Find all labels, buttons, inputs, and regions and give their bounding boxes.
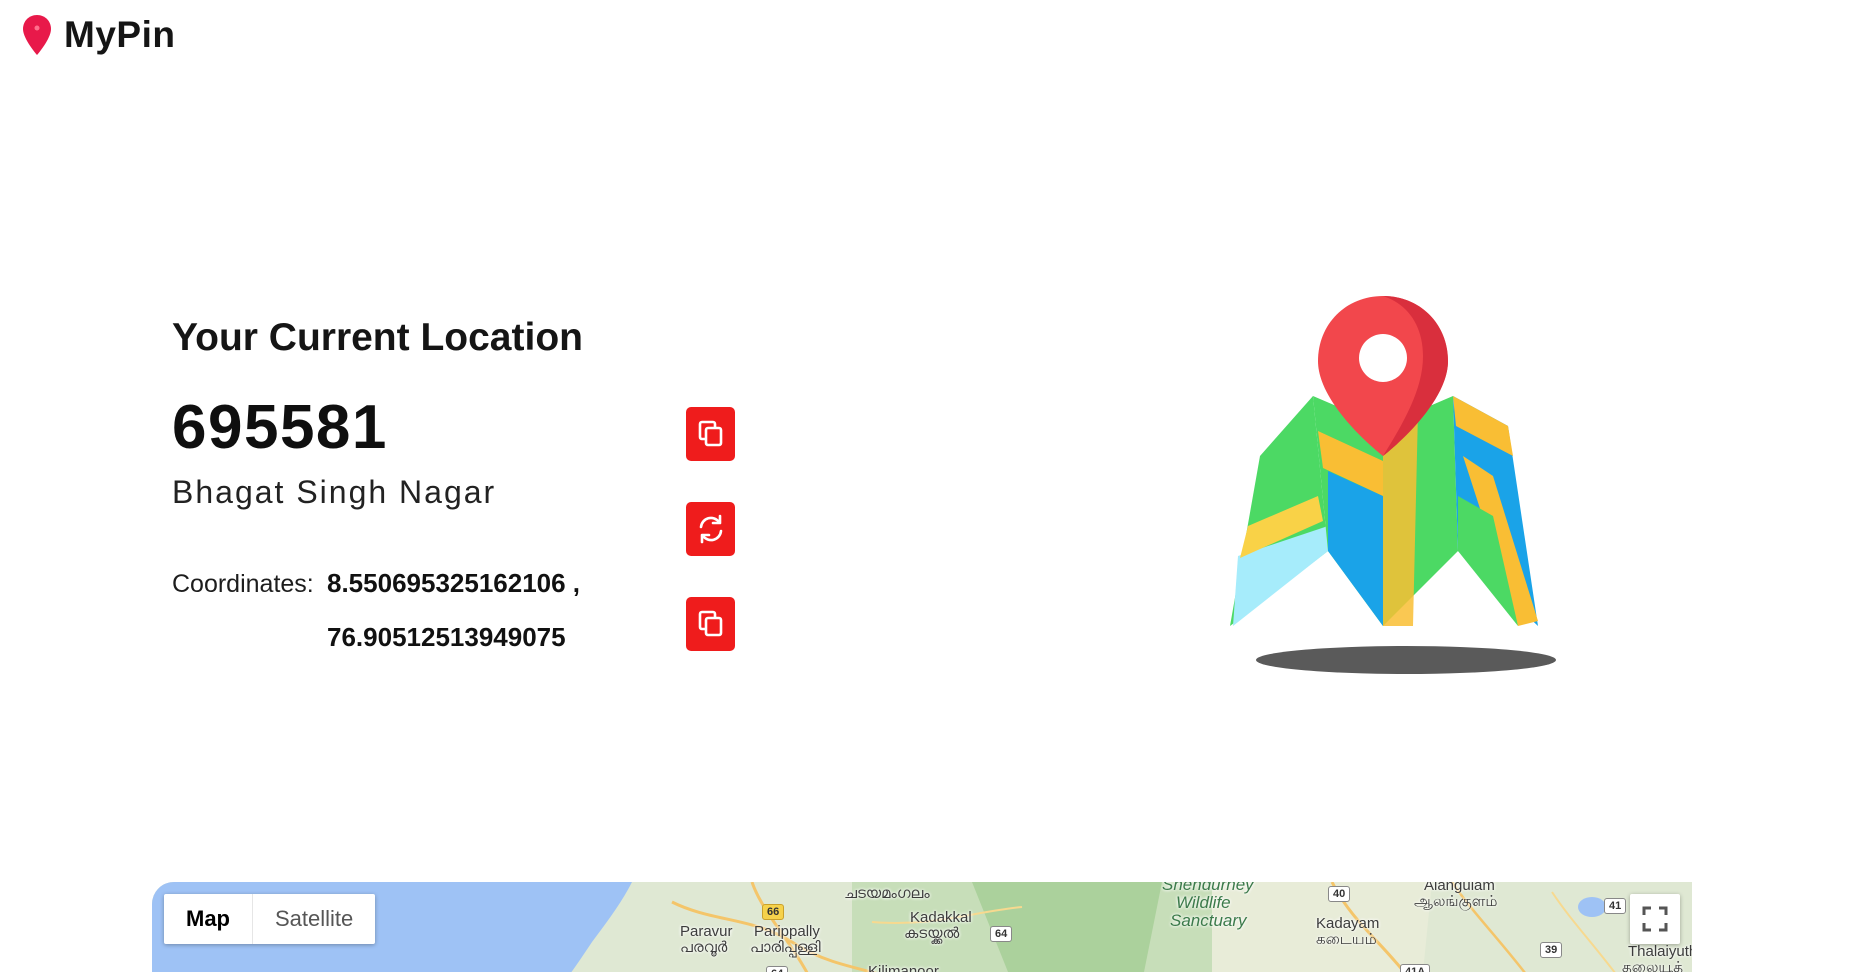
refresh-location-button[interactable] [686,502,735,556]
map-illustration-icon [1230,296,1556,674]
map-label: Sanctuary [1170,911,1247,930]
road-shield: 41A [1400,964,1431,972]
map-label: കടയ്ക്കൽ [904,925,960,942]
road-shield: 40 [1328,886,1351,902]
location-heading-strong: Location [420,316,583,359]
copy-icon [698,420,722,447]
location-heading: Your Current Location [172,316,583,360]
road-shield: 64 [766,966,789,972]
map-label: Wildlife [1176,893,1231,912]
map-label: Paravur [680,923,733,940]
coordinates-label: Coordinates: [172,570,314,598]
map-label: Kadakkal [910,909,972,926]
place-name: Bhagat Singh Nagar [172,474,497,510]
longitude-value: 76.90512513949075 [327,622,566,652]
map-label: Thalaiyuth [1628,943,1692,960]
road-shield: 39 [1540,942,1563,958]
location-heading-prefix: Your Current [172,316,410,359]
latitude-value: 8.550695325162106 , [327,568,581,598]
brand-logo[interactable]: MyPin [22,14,175,56]
copy-pincode-button[interactable] [686,407,735,461]
road-shield: 41 [1604,898,1627,914]
map-label: தலையூத் [1622,959,1684,972]
road-shield: 64 [990,926,1013,942]
map-type-switch: Map Satellite [164,894,376,944]
map-label: ஆலங்குளம் [1414,893,1498,910]
map-embed[interactable]: ചടയമംഗലം Kadakkal കടയ്ക്കൽ Paravur പരവൂർ… [152,882,1692,972]
fullscreen-icon [1642,906,1668,932]
copy-coordinates-button[interactable] [686,597,735,651]
map-label: പാരിപ്പള്ളി [750,939,821,956]
pincode-value: 695581 [172,393,388,462]
map-type-satellite-button[interactable]: Satellite [253,894,375,944]
map-label: ചടയമംഗലം [844,885,930,902]
map-pin-icon [23,15,51,55]
road-shield: 66 [762,904,785,920]
map-label: கடையம் [1316,931,1377,948]
map-label: Parippally [754,923,820,940]
copy-icon [698,610,722,637]
map-label: Kadayam [1316,915,1380,932]
refresh-icon [699,514,722,544]
page: MyPin Your Current Location 695581 Bhaga… [0,0,1853,972]
map-label: പരവൂർ [680,939,728,956]
map-type-map-button[interactable]: Map [164,894,253,944]
brand-name: MyPin [64,14,176,55]
map-label: Kilimanoor [868,963,939,972]
fullscreen-button[interactable] [1630,894,1680,944]
